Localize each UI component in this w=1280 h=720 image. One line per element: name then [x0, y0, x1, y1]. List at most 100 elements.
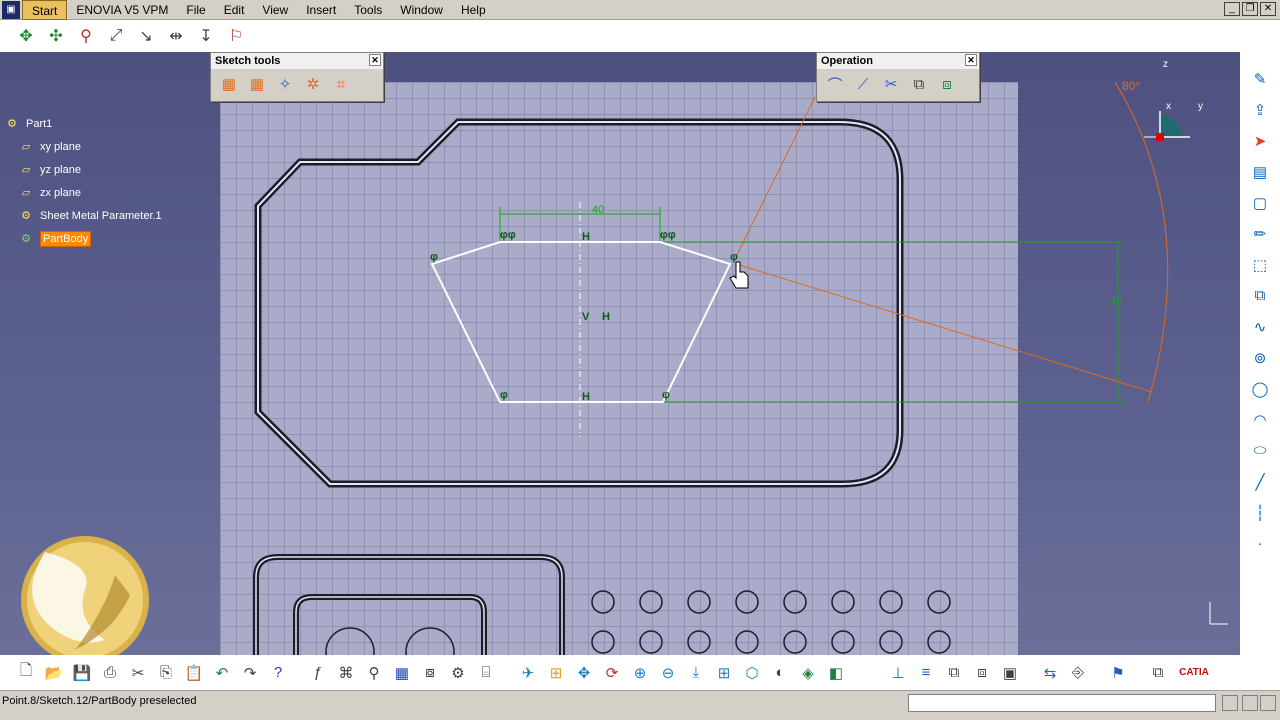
multi-view-icon[interactable]: ⊞: [712, 661, 736, 685]
trim-icon[interactable]: ↘: [134, 24, 158, 48]
spline-icon[interactable]: ∿: [1247, 314, 1273, 339]
exit-workbench-icon[interactable]: ⇪: [1247, 97, 1273, 122]
menu-file[interactable]: File: [177, 0, 214, 20]
copy-icon[interactable]: ⎘: [154, 661, 178, 685]
iso-view-icon[interactable]: ⬡: [740, 661, 764, 685]
pencil-icon[interactable]: ✏: [1247, 221, 1273, 246]
cut-icon[interactable]: ✂: [126, 661, 150, 685]
dimension-top[interactable]: 40: [592, 204, 604, 216]
hide-show-icon[interactable]: ◈: [796, 661, 820, 685]
tree-item-partbody[interactable]: ⚙ PartBody: [4, 227, 162, 250]
formula-icon[interactable]: ƒ: [306, 661, 330, 685]
tree-item-xy-plane[interactable]: ▱ xy plane: [4, 135, 162, 158]
restore-button[interactable]: ❐: [1242, 2, 1258, 16]
select-icon[interactable]: ➤: [1247, 128, 1273, 153]
point-icon[interactable]: ·: [1247, 531, 1273, 556]
zoom-out-icon[interactable]: ⊖: [656, 661, 680, 685]
command-input[interactable]: [908, 694, 1216, 712]
save-icon[interactable]: 💾: [70, 661, 94, 685]
relations-icon[interactable]: ⧇: [418, 661, 442, 685]
help-icon[interactable]: ?: [266, 661, 290, 685]
3d-viewport[interactable]: φ φφ φφ φ φ φ H V H H 40 40 80° z x y ⚙ …: [0, 52, 1240, 655]
menu-help[interactable]: Help: [452, 0, 495, 20]
open-file-icon[interactable]: 📂: [42, 661, 66, 685]
snap-to-point-icon[interactable]: ▦: [245, 73, 269, 95]
pan-icon[interactable]: ✣: [44, 24, 68, 48]
mirror-icon[interactable]: ⧉: [907, 73, 931, 95]
shading-icon[interactable]: ◐: [768, 661, 792, 685]
tree-item-zx-plane[interactable]: ▱ zx plane: [4, 181, 162, 204]
tree-item-sheet-metal-parameter[interactable]: ⚙ Sheet Metal Parameter.1: [4, 204, 162, 227]
fit-all-icon[interactable]: ⊞: [544, 661, 568, 685]
compass-icon[interactable]: [1144, 111, 1190, 141]
menu-insert[interactable]: Insert: [297, 0, 345, 20]
sheet-icon-f[interactable]: ⇆: [1038, 661, 1062, 685]
zoom-in-icon[interactable]: ⊕: [628, 661, 652, 685]
print-icon[interactable]: ⎙: [98, 661, 122, 685]
undo-icon[interactable]: ↶: [210, 661, 234, 685]
sheet-icon-a[interactable]: ⊥: [886, 661, 910, 685]
menu-view[interactable]: View: [253, 0, 297, 20]
sheet-icon-i[interactable]: ⧉: [1146, 661, 1170, 685]
paste-icon[interactable]: 📋: [182, 661, 206, 685]
normal-view-icon[interactable]: ⤓: [684, 661, 708, 685]
menu-enovia[interactable]: ENOVIA V5 VPM: [67, 0, 177, 20]
pan-icon[interactable]: ✥: [572, 661, 596, 685]
snap-point-icon[interactable]: ⤢: [104, 24, 128, 48]
chamfer-icon[interactable]: ⟋: [851, 73, 875, 95]
sheet-icon-d[interactable]: ⧈: [970, 661, 994, 685]
trim-icon[interactable]: ✂: [879, 73, 903, 95]
reference-icon[interactable]: ⚲: [362, 661, 386, 685]
profile-icon[interactable]: ▢: [1247, 190, 1273, 215]
dimension-icon[interactable]: ⇹: [164, 24, 188, 48]
redo-icon[interactable]: ↷: [238, 661, 262, 685]
no-constraint-icon[interactable]: ⚐: [224, 24, 248, 48]
trapezoid-profile[interactable]: [430, 241, 732, 403]
arc-icon[interactable]: ◠: [1247, 407, 1273, 432]
menu-start[interactable]: Start: [22, 0, 68, 20]
move-icon[interactable]: ✥: [14, 24, 38, 48]
constraint-icon[interactable]: ▤: [1247, 159, 1273, 184]
menu-window[interactable]: Window: [391, 0, 452, 20]
swap-visible-icon[interactable]: ◧: [824, 661, 848, 685]
conic-icon[interactable]: ⊚: [1247, 345, 1273, 370]
table-icon[interactable]: ▦: [390, 661, 414, 685]
construction-element-icon[interactable]: ✧: [273, 73, 297, 95]
geometric-constraints-icon[interactable]: ✲: [301, 73, 325, 95]
axis-icon[interactable]: ┆: [1247, 500, 1273, 525]
sheet-icon-b[interactable]: ≡: [914, 661, 938, 685]
line-icon[interactable]: ╱: [1247, 469, 1273, 494]
animate-constraint-icon[interactable]: ⧉: [1247, 283, 1273, 308]
tree-root[interactable]: ⚙ Part1: [4, 112, 162, 135]
close-button[interactable]: ✕: [1260, 2, 1276, 16]
close-icon[interactable]: ✕: [965, 54, 977, 66]
grid-icon[interactable]: ▦: [217, 73, 241, 95]
knowledge-icon[interactable]: ⌘: [334, 661, 358, 685]
new-file-icon[interactable]: 🗋: [14, 661, 38, 685]
menu-tools[interactable]: Tools: [345, 0, 391, 20]
sketch-canvas[interactable]: φ φφ φφ φ φ φ H V H H 40 40 80° z x y: [0, 52, 1240, 655]
tree-item-yz-plane[interactable]: ▱ yz plane: [4, 158, 162, 181]
ellipse-icon[interactable]: ⬭: [1247, 438, 1273, 463]
constraint-icon[interactable]: ⚲: [74, 24, 98, 48]
menu-edit[interactable]: Edit: [215, 0, 254, 20]
minimize-button[interactable]: _: [1224, 2, 1240, 16]
project-3d-elements-icon[interactable]: ⧈: [935, 73, 959, 95]
corner-icon[interactable]: ⌒: [823, 73, 847, 95]
status-button-3[interactable]: [1260, 695, 1276, 711]
sheet-icon-g[interactable]: ⎆: [1066, 661, 1090, 685]
rotate-icon[interactable]: ⟳: [600, 661, 624, 685]
sheet-icon-h[interactable]: ⚑: [1106, 661, 1130, 685]
grid-settings-icon[interactable]: ⌸: [474, 661, 498, 685]
sheet-metal-feature-icon[interactable]: ⚙: [446, 661, 470, 685]
close-icon[interactable]: ✕: [369, 54, 381, 66]
auto-constraint-icon[interactable]: ↧: [194, 24, 218, 48]
fly-mode-icon[interactable]: ✈: [516, 661, 540, 685]
status-button-2[interactable]: [1242, 695, 1258, 711]
circle-icon[interactable]: ◯: [1247, 376, 1273, 401]
dimensional-constraints-icon[interactable]: ⌗: [329, 73, 353, 95]
dimension-right[interactable]: 40: [1110, 296, 1122, 308]
sheet-icon-c[interactable]: ⧉: [942, 661, 966, 685]
sheet-icon-e[interactable]: ▣: [998, 661, 1022, 685]
status-button-1[interactable]: [1222, 695, 1238, 711]
